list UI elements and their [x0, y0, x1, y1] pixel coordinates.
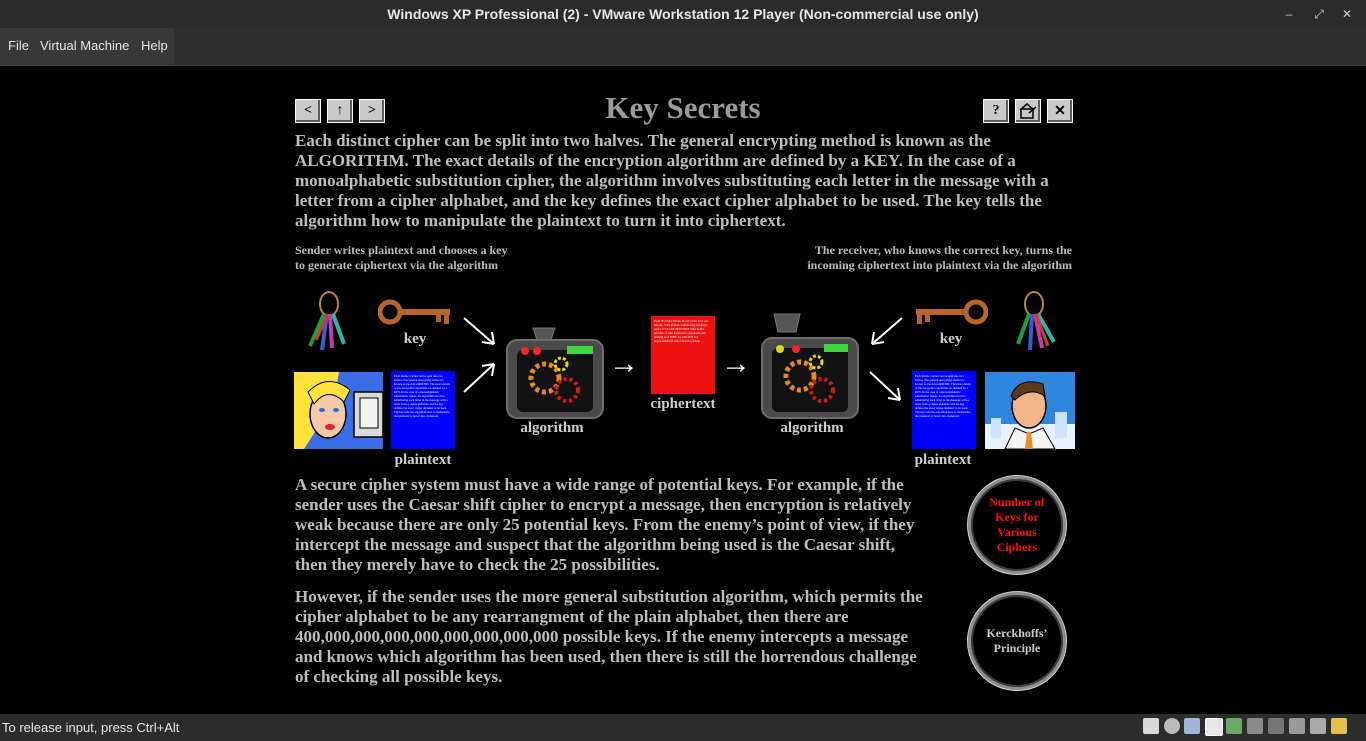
algorithm-machine-right-icon: [761, 313, 859, 419]
window-title: Windows XP Professional (2) - VMware Wor…: [387, 6, 979, 22]
ciphertext-label: ciphertext: [650, 396, 716, 412]
menu-file[interactable]: File: [8, 38, 29, 53]
printer-icon[interactable]: [1247, 718, 1263, 734]
number-of-keys-button[interactable]: Number of Keys for Various Ciphers: [968, 476, 1066, 574]
plaintext-label-right: plaintext: [914, 452, 972, 468]
home-exit-icon: [1019, 103, 1037, 119]
floppy-icon[interactable]: [1184, 718, 1200, 734]
number-of-keys-label: Number of Keys for Various Ciphers: [989, 495, 1045, 554]
key-icon: [378, 299, 450, 325]
arrow-down-left-icon: [871, 317, 903, 345]
kerckhoffs-principle-button[interactable]: Kerckhoffs’ Principle: [968, 592, 1066, 690]
usb-device-icon[interactable]: [1226, 718, 1242, 734]
keyring-icon: [308, 291, 346, 351]
algorithm-label-right: algorithm: [780, 420, 844, 436]
arrow-down-right-icon: [463, 317, 495, 345]
exit-to-contents-button[interactable]: [1015, 99, 1041, 123]
network-icon[interactable]: [1205, 718, 1223, 736]
cd-drive-icon[interactable]: [1164, 718, 1180, 734]
sender-caption-line: Sender writes plaintext and chooses a ke…: [295, 243, 508, 257]
sender-woman-icon: [294, 372, 383, 449]
menu-virtual-machine[interactable]: Virtual Machine: [40, 38, 129, 53]
receiver-image: [985, 372, 1075, 449]
close-button[interactable]: ✕: [1047, 99, 1073, 123]
window-title-bar: Windows XP Professional (2) - VMware Wor…: [0, 0, 1366, 28]
arrow-to-receiver: →: [721, 347, 751, 380]
status-message: To release input, press Ctrl+Alt: [2, 720, 180, 735]
status-bar: To release input, press Ctrl+Alt: [0, 714, 1366, 741]
close-window-icon[interactable]: ✕: [1338, 5, 1356, 23]
key-label-right: key: [939, 331, 963, 347]
receiver-caption-line: The receiver, who knows the correct key,…: [814, 243, 1072, 257]
receiver-man-icon: [985, 372, 1075, 449]
arrow-to-ciphertext: →: [609, 347, 639, 380]
plaintext-document-right: Each distinct cipher can be split into t…: [912, 371, 976, 449]
serial-port-icon[interactable]: [1289, 718, 1305, 734]
receiver-caption-line: incoming ciphertext into plaintext via t…: [807, 258, 1072, 272]
plaintext-label-left: plaintext: [394, 452, 452, 468]
next-page-button[interactable]: >: [359, 99, 385, 123]
hard-disk-icon[interactable]: [1143, 718, 1159, 734]
message-log-icon[interactable]: [1331, 718, 1347, 734]
algorithm-label-left: algorithm: [520, 420, 584, 436]
menu-help[interactable]: Help: [141, 38, 168, 53]
display-icon[interactable]: [1310, 718, 1326, 734]
secure-cipher-paragraph: A secure cipher system must have a wide …: [295, 475, 915, 574]
sound-card-icon[interactable]: [1268, 718, 1284, 734]
prev-page-button[interactable]: <: [295, 99, 321, 123]
intro-paragraph: Each distinct cipher can be split into t…: [295, 131, 1049, 230]
algorithm-machine-left-icon: [506, 327, 604, 419]
vm-display[interactable]: < ↑ > Key Secrets ? ✕ Each distinct ciph…: [0, 66, 1366, 714]
ciphertext-document: Eoeh dfvwlqfw flskhu fdq eh vsolw lqwr w…: [651, 316, 715, 394]
kerckhoffs-label: Kerckhoffs’ Principle: [986, 626, 1048, 655]
sender-image: [294, 372, 383, 449]
restore-icon[interactable]: ⤢: [1310, 5, 1328, 23]
page-title: Key Secrets: [605, 90, 761, 125]
up-page-button[interactable]: ↑: [327, 99, 353, 123]
key-label-left: key: [403, 331, 427, 347]
menu-bar: File Virtual Machine Help: [0, 28, 1366, 66]
minimize-icon[interactable]: –: [1280, 5, 1298, 23]
plaintext-document-left: Each distinct cipher can be split into t…: [391, 371, 455, 449]
substitution-paragraph: However, if the sender uses the more gen…: [295, 587, 923, 686]
arrow-up-right-icon: [463, 363, 495, 393]
receiver-caption: The receiver, who knows the correct key,…: [760, 243, 1072, 273]
sender-caption: Sender writes plaintext and chooses a ke…: [295, 243, 507, 273]
help-button[interactable]: ?: [983, 99, 1009, 123]
key-icon-right: [916, 299, 988, 325]
arrow-down-right-out-icon: [869, 371, 901, 401]
keyring-icon-right: [1016, 291, 1056, 351]
sender-caption-line: to generate ciphertext via the algorithm: [295, 258, 498, 272]
